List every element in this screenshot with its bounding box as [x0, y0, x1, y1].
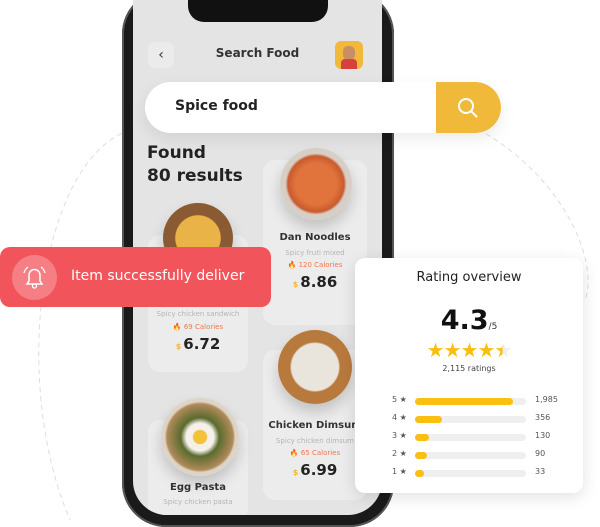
- food-desc: Spicy chicken pasta: [163, 498, 233, 506]
- rating-row-5: 5 ★ 1,985: [392, 395, 562, 407]
- noodles-image: [280, 148, 352, 220]
- rating-count: 90: [535, 449, 546, 458]
- dimsum-image: [278, 330, 352, 404]
- food-name: Dan Noodles: [279, 232, 351, 243]
- rating-bar-track: [415, 470, 526, 477]
- bell-icon: [12, 255, 57, 300]
- star-label: 3 ★: [392, 431, 407, 440]
- success-toast: Item successfully deliver: [0, 247, 271, 307]
- ratings-count: 2,115 ratings: [442, 364, 496, 373]
- rating-count: 356: [535, 413, 551, 422]
- star-label: 1 ★: [392, 467, 407, 476]
- rating-stars: ★★★★★: [355, 338, 583, 362]
- fire-icon: 🔥: [172, 323, 182, 331]
- rating-title: Rating overview: [416, 270, 522, 285]
- results-heading: Found 80 results: [147, 143, 243, 186]
- rating-bar-fill: [415, 416, 442, 423]
- food-price: $8.86: [292, 273, 338, 291]
- food-desc: Spicy fruti mixed: [285, 249, 345, 257]
- food-name: Chicken Dimsum: [268, 420, 362, 431]
- food-calories: 🔥 65 Calories: [289, 449, 341, 457]
- food-calories: 🔥 69 Calories: [172, 323, 224, 331]
- rating-bar-fill: [415, 470, 424, 477]
- star-icon: ★: [477, 338, 495, 362]
- search-icon: [458, 98, 478, 118]
- food-desc: Spicy chicken sandwich: [156, 310, 240, 318]
- star-label: 2 ★: [392, 449, 407, 458]
- food-price: $6.99: [292, 461, 338, 479]
- rating-row-2: 2 ★ 90: [392, 449, 562, 461]
- rating-bar-track: [415, 398, 526, 405]
- rating-row-1: 1 ★ 33: [392, 467, 562, 479]
- food-desc: Spicy chicken dimsum: [275, 437, 354, 445]
- rating-bar-fill: [415, 434, 430, 441]
- rating-count: 1,985: [535, 395, 558, 404]
- rating-bar-fill: [415, 452, 428, 459]
- rating-bar-fill: [415, 398, 513, 405]
- rating-count: 130: [535, 431, 551, 440]
- egg-pasta-image: [161, 398, 239, 476]
- search-bar: Spice food: [145, 82, 501, 133]
- search-input[interactable]: Spice food: [175, 98, 258, 114]
- star-icon: ★: [494, 338, 512, 362]
- rating-score: 4.3/5: [440, 305, 498, 336]
- rating-bar-track: [415, 452, 526, 459]
- avatar[interactable]: [335, 41, 363, 69]
- rating-row-3: 3 ★ 130: [392, 431, 562, 443]
- food-price: $6.72: [175, 335, 221, 353]
- toast-message: Item successfully deliver: [71, 268, 245, 284]
- phone-notch: [188, 0, 328, 22]
- fire-icon: 🔥: [287, 261, 297, 269]
- star-icon: ★: [460, 338, 479, 362]
- star-label: 4 ★: [392, 413, 407, 422]
- star-label: 5 ★: [392, 395, 407, 404]
- rating-row-4: 4 ★ 356: [392, 413, 562, 425]
- star-icon: ★: [443, 338, 462, 362]
- fire-icon: 🔥: [289, 449, 299, 457]
- food-calories: 🔥 120 Calories: [287, 261, 343, 269]
- rating-count: 33: [535, 467, 546, 476]
- rating-bar-track: [415, 416, 526, 423]
- rating-bar-track: [415, 434, 526, 441]
- search-button[interactable]: [436, 82, 501, 133]
- food-name: Egg Pasta: [170, 482, 226, 493]
- star-icon: ★: [426, 338, 445, 362]
